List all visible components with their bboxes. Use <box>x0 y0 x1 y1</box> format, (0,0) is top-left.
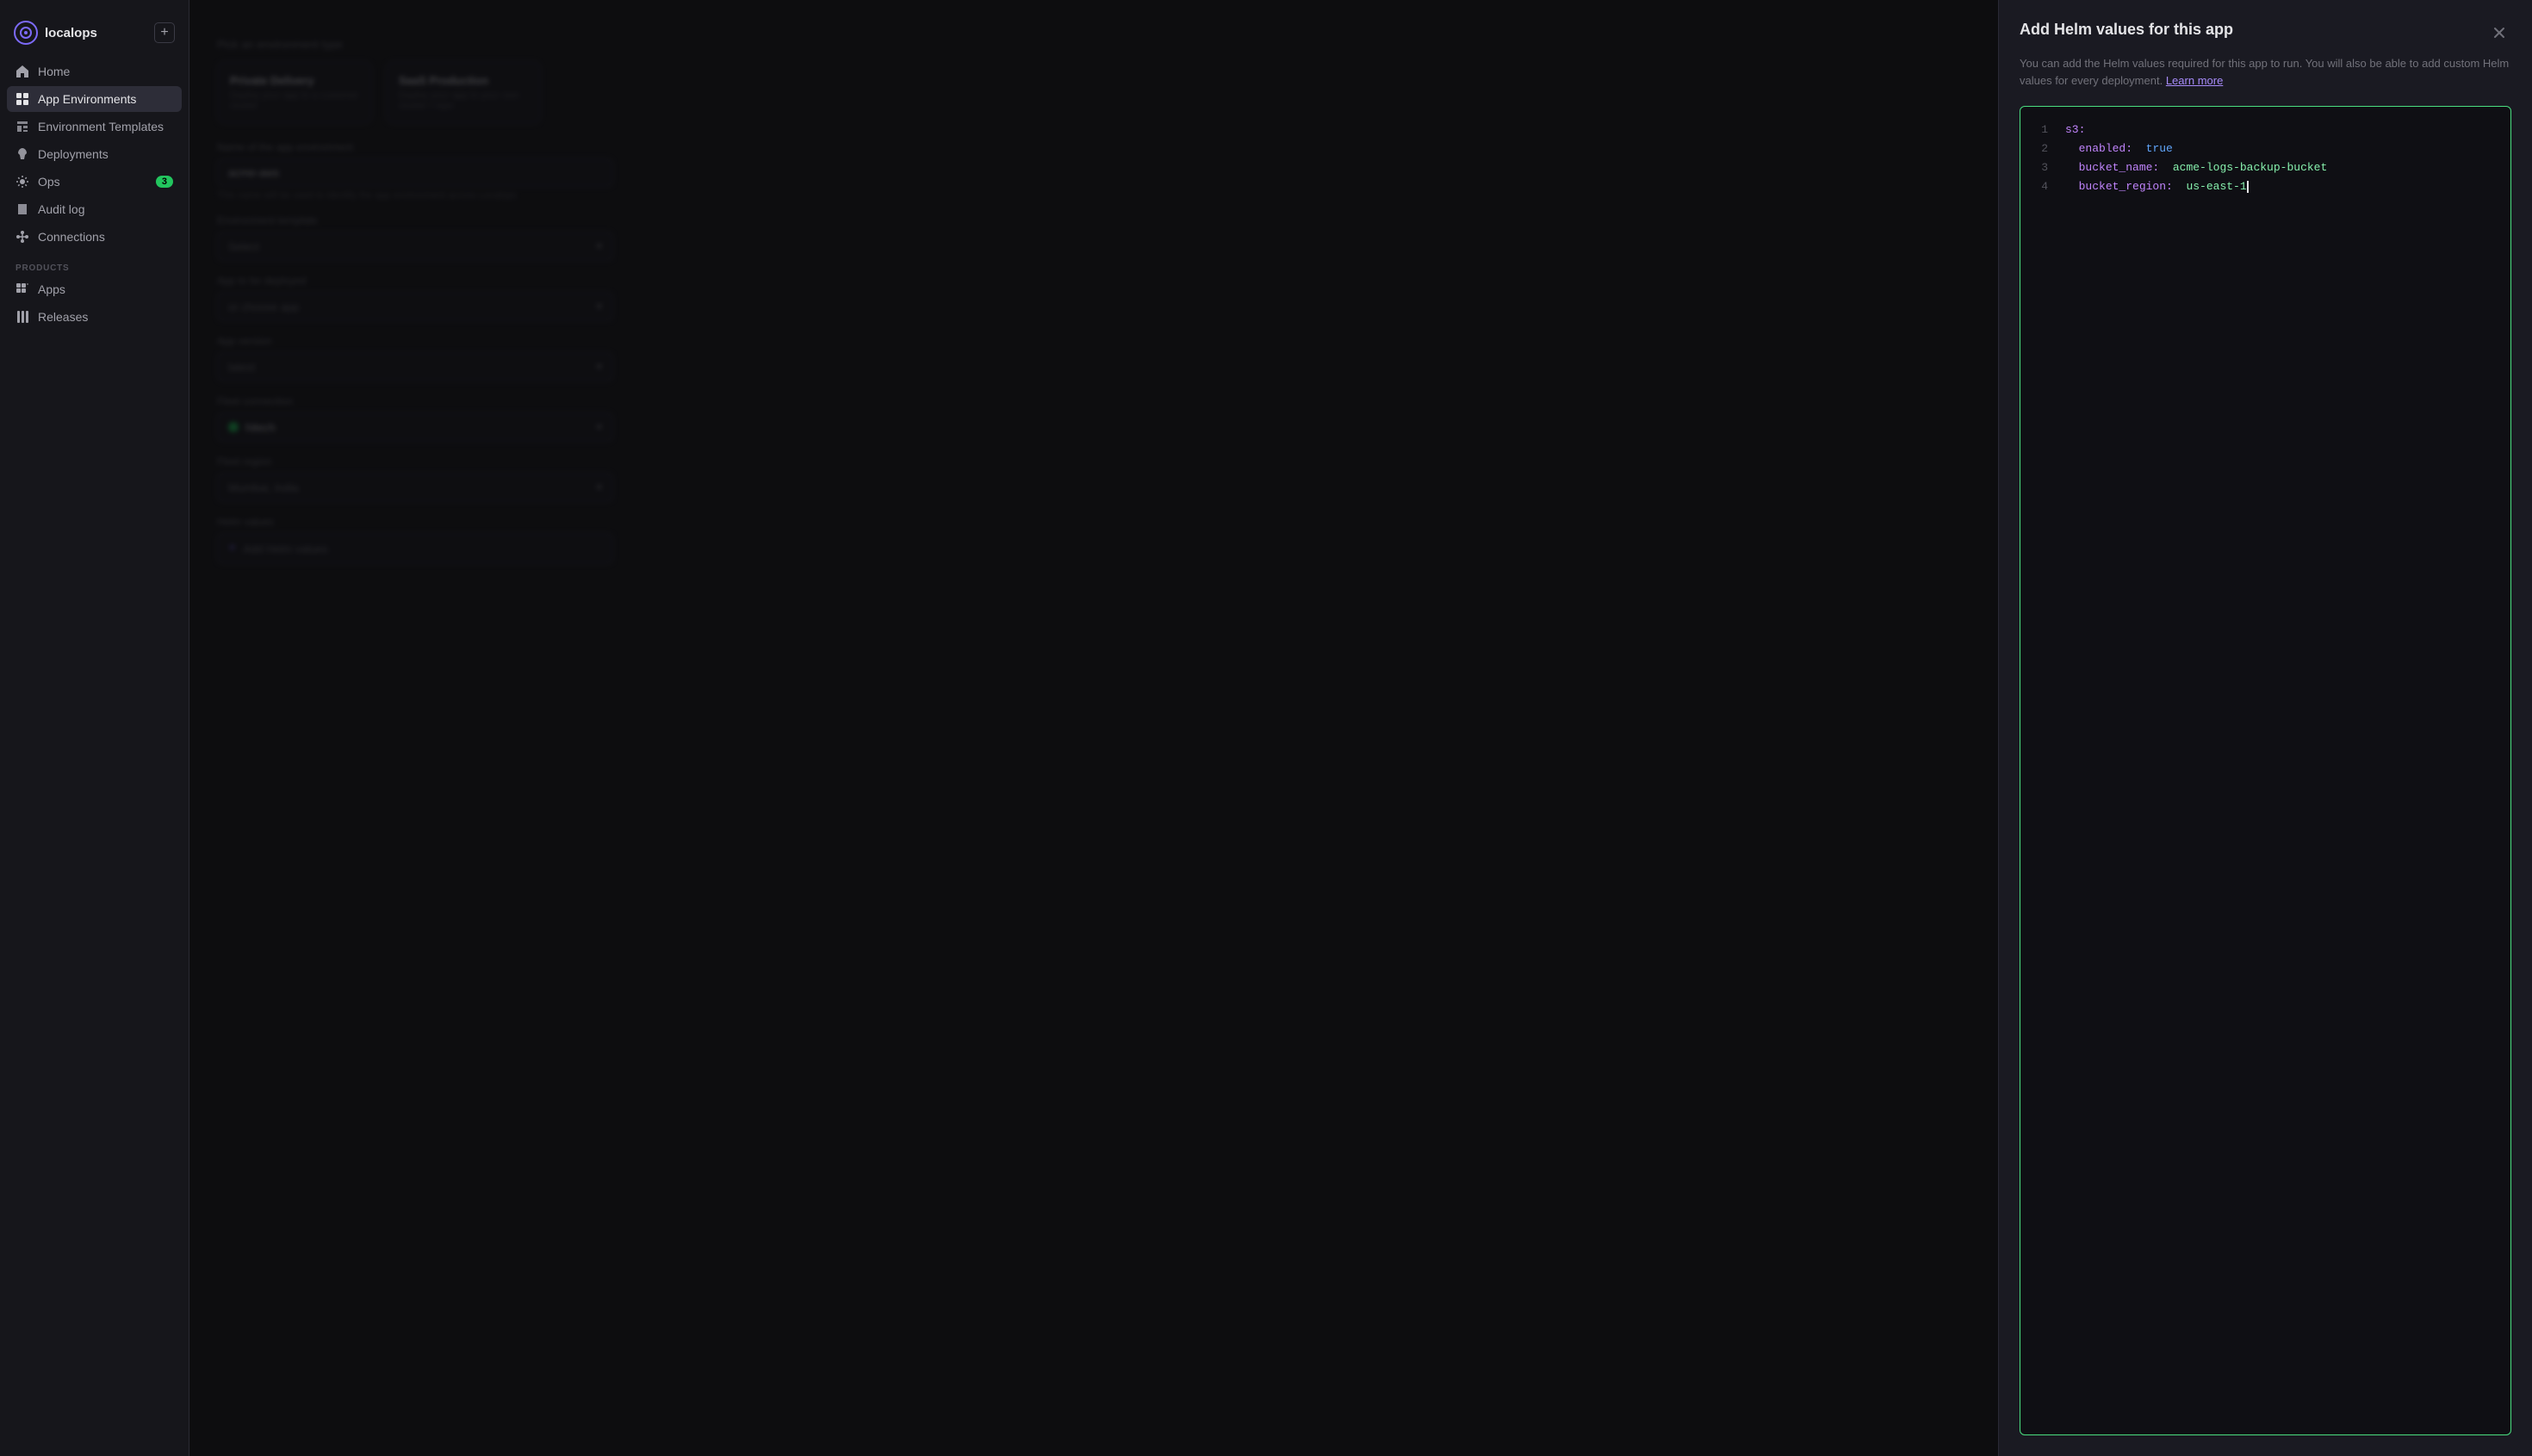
text-cursor <box>2247 181 2249 193</box>
logo-container: localops + <box>0 14 189 59</box>
ops-icon <box>16 175 29 189</box>
code-line-1: 1 s3: <box>2034 121 2497 139</box>
modal-close-button[interactable] <box>2487 21 2511 45</box>
sidebar-item-deployments[interactable]: Deployments <box>7 141 182 167</box>
sidebar-label-connections: Connections <box>38 230 105 244</box>
code-value-enabled: true <box>2146 142 2173 155</box>
code-editor[interactable]: 1 s3: 2 enabled: true 3 bucket_name: acm… <box>2020 106 2511 1435</box>
line-number-2: 2 <box>2034 139 2048 158</box>
line-number-3: 3 <box>2034 158 2048 177</box>
sidebar-label-releases: Releases <box>38 310 88 324</box>
connections-icon <box>16 230 29 244</box>
sidebar-label-apps: Apps <box>38 282 65 296</box>
code-value-bucket-name: acme-logs-backup-bucket <box>2173 161 2327 174</box>
grid-icon <box>16 92 29 106</box>
close-icon <box>2492 25 2507 40</box>
sidebar-item-audit-log[interactable]: Audit log <box>7 196 182 222</box>
code-key-bucket-name: bucket_name: <box>2079 161 2160 174</box>
code-line-4: 4 bucket_region: us-east-1 <box>2034 177 2497 196</box>
code-key-enabled: enabled: <box>2079 142 2132 155</box>
sidebar-item-releases[interactable]: Releases <box>7 304 182 330</box>
products-section-label: PRODUCTS <box>0 250 189 276</box>
rocket-icon <box>16 147 29 161</box>
code-key-bucket-region: bucket_region: <box>2079 180 2173 193</box>
sidebar-item-app-environments[interactable]: App Environments <box>7 86 182 112</box>
line-content-4: bucket_region: us-east-1 <box>2065 177 2497 196</box>
sidebar-item-connections[interactable]: Connections <box>7 224 182 250</box>
sidebar-item-apps[interactable]: Apps <box>7 276 182 302</box>
main-area: Pick an environment type Private Deliver… <box>189 0 2532 1456</box>
sidebar-item-ops[interactable]: Ops 3 <box>7 169 182 195</box>
line-content-1: s3: <box>2065 121 2497 139</box>
apps-icon <box>16 282 29 296</box>
sidebar-item-environment-templates[interactable]: Environment Templates <box>7 114 182 139</box>
sidebar-label-env-templates: Environment Templates <box>38 120 164 133</box>
template-icon <box>16 120 29 133</box>
code-value-bucket-region: us-east-1 <box>2186 180 2246 193</box>
code-key-s3: s3: <box>2065 123 2085 136</box>
sidebar-item-home[interactable]: Home <box>7 59 182 84</box>
modal-panel: Add Helm values for this app You can add… <box>1998 0 2532 1456</box>
sidebar-label-ops: Ops <box>38 175 60 189</box>
code-line-3: 3 bucket_name: acme-logs-backup-bucket <box>2034 158 2497 177</box>
logo-icon <box>14 21 38 45</box>
modal-title: Add Helm values for this app <box>2020 21 2233 39</box>
home-icon <box>16 65 29 78</box>
sidebar-label-audit-log: Audit log <box>38 202 84 216</box>
sidebar-label-home: Home <box>38 65 70 78</box>
line-number-4: 4 <box>2034 177 2048 196</box>
main-nav: Home App Environments Environment Templ <box>0 59 189 250</box>
audit-icon <box>16 202 29 216</box>
products-nav: Apps Releases <box>0 276 189 330</box>
sidebar-label-app-environments: App Environments <box>38 92 136 106</box>
line-number-1: 1 <box>2034 121 2048 139</box>
ops-badge: 3 <box>156 176 173 188</box>
code-line-2: 2 enabled: true <box>2034 139 2497 158</box>
line-content-3: bucket_name: acme-logs-backup-bucket <box>2065 158 2497 177</box>
modal-header: Add Helm values for this app <box>2020 21 2511 45</box>
sidebar: localops + Home App Environments <box>0 0 189 1456</box>
line-content-2: enabled: true <box>2065 139 2497 158</box>
modal-description: You can add the Helm values required for… <box>2020 55 2511 89</box>
learn-more-link[interactable]: Learn more <box>2166 74 2223 87</box>
add-button[interactable]: + <box>154 22 175 43</box>
sidebar-label-deployments: Deployments <box>38 147 109 161</box>
releases-icon <box>16 310 29 324</box>
logo-text: localops <box>45 26 97 40</box>
